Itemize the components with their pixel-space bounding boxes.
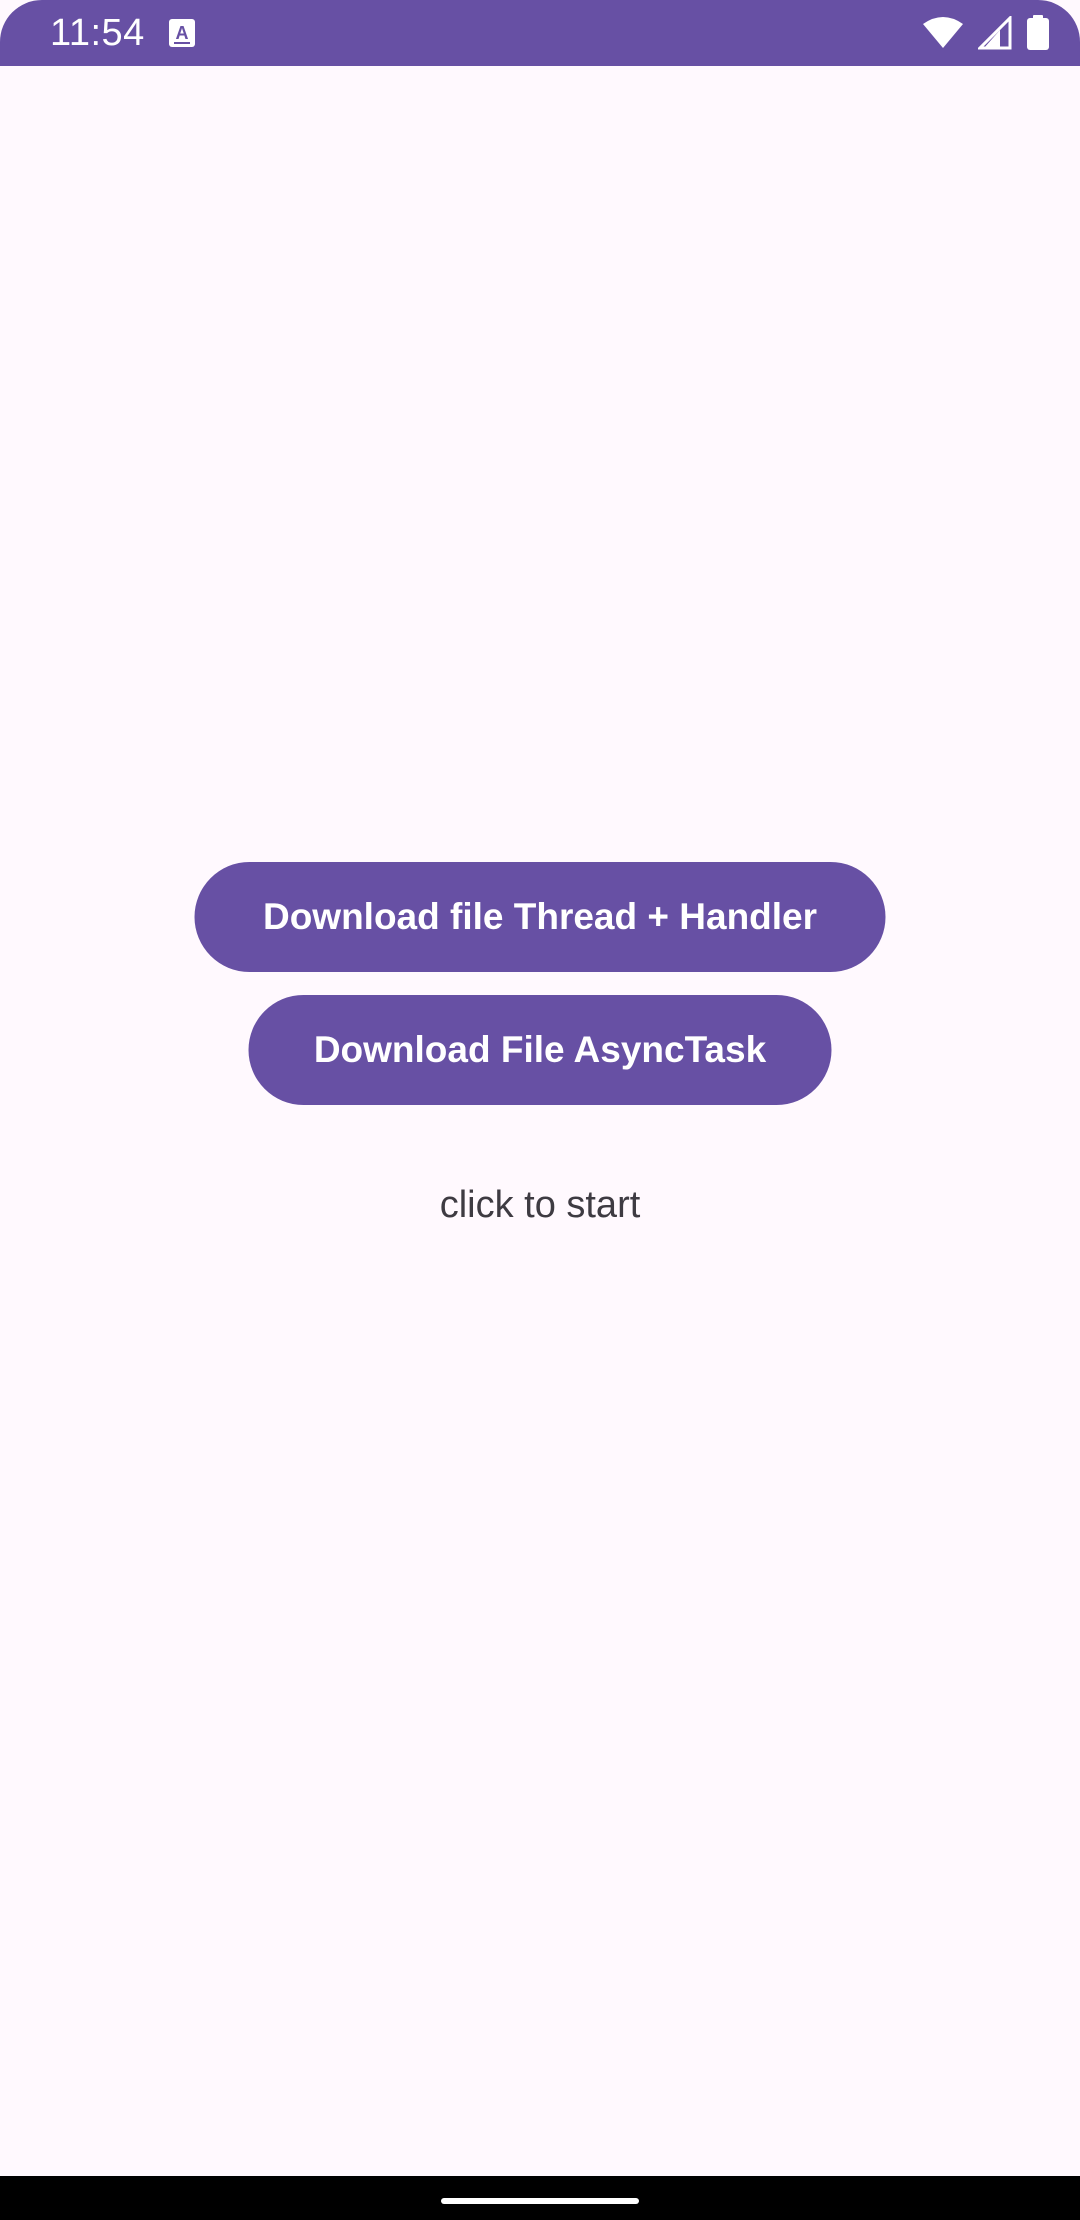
main-content: Download file Thread + Handler Download …	[0, 66, 1080, 2176]
download-asynctask-button[interactable]: Download File AsyncTask	[248, 995, 832, 1105]
home-gesture-handle[interactable]	[441, 2198, 639, 2204]
download-status-text: click to start	[439, 1184, 641, 1226]
download-thread-handler-button[interactable]: Download file Thread + Handler	[194, 862, 886, 972]
status-bar: 11:54 A	[0, 0, 1080, 66]
battery-icon	[1026, 15, 1050, 51]
navigation-bar	[0, 2176, 1080, 2220]
cell-signal-icon	[978, 16, 1012, 50]
status-time: 11:54	[50, 12, 145, 54]
svg-text:A: A	[176, 23, 189, 43]
wifi-icon	[922, 16, 964, 50]
status-icons	[922, 14, 1050, 52]
a-box-icon: A	[168, 18, 196, 48]
